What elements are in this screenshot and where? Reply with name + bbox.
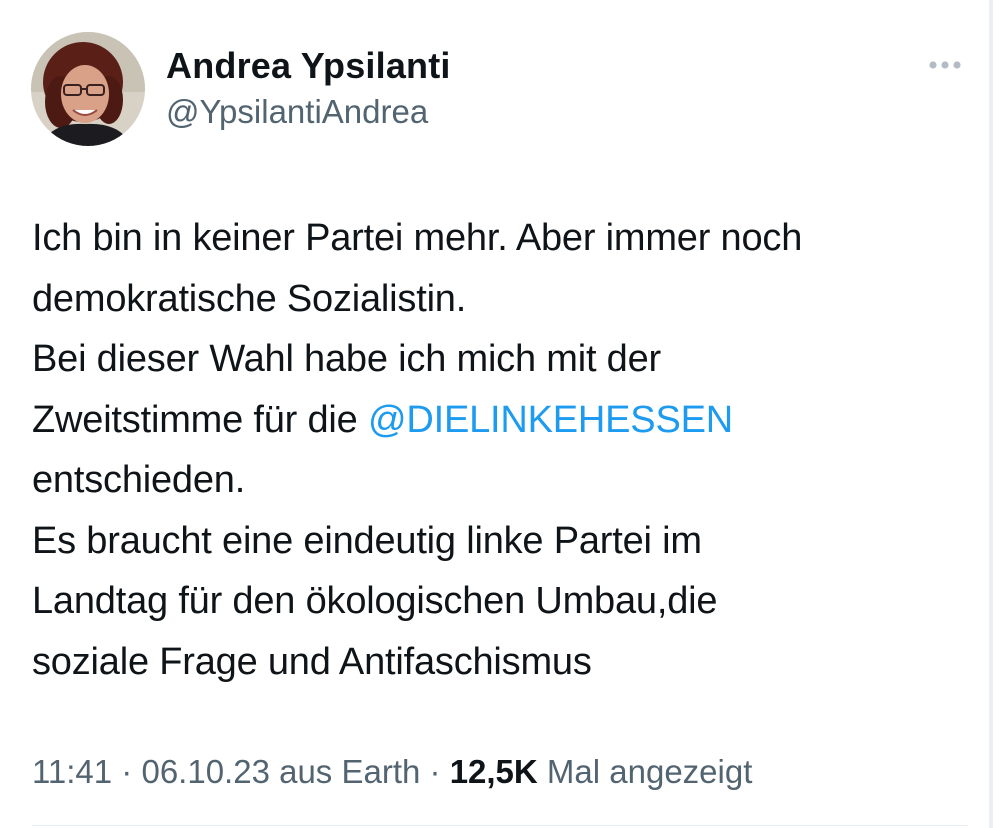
tweet-line: Zweitstimme für die @DIELINKEHESSEN	[32, 390, 982, 451]
more-horizontal-icon	[929, 61, 961, 69]
more-options-button[interactable]	[922, 50, 968, 80]
tweet-line: soziale Frage und Antifaschismus	[32, 640, 592, 683]
tweet-line: demokratische Sozialistin.	[32, 277, 467, 320]
tweet-location: aus Earth	[269, 753, 421, 790]
view-count-label: Mal angezeigt	[537, 753, 753, 790]
mention-link[interactable]: @DIELINKEHESSEN	[368, 399, 733, 441]
tweet-time[interactable]: 11:41	[32, 753, 112, 790]
tweet-card: Andrea Ypsilanti @YpsilantiAndrea Ich bi…	[0, 0, 1000, 828]
divider	[32, 825, 968, 826]
tweet-line: entschieden.	[32, 459, 246, 501]
tweet-line: Es braucht eine eindeutig linke Partei i…	[32, 519, 702, 562]
tweet-text: Ich bin in keiner Partei mehr. Aber imme…	[32, 208, 982, 692]
meta-separator: ·	[112, 753, 142, 790]
profile-photo-icon	[31, 32, 145, 146]
tweet-line-prefix: Zweitstimme für die	[32, 398, 368, 441]
tweet-date[interactable]: 06.10.23	[141, 753, 269, 790]
author-display-name[interactable]: Andrea Ypsilanti	[166, 43, 451, 89]
scrollbar[interactable]	[989, 0, 993, 828]
author-handle[interactable]: @YpsilantiAndrea	[166, 91, 428, 133]
tweet-line: Bei dieser Wahl habe ich mich mit der	[32, 338, 662, 380]
meta-separator: ·	[420, 753, 450, 790]
tweet-line: Ich bin in keiner Partei mehr. Aber imme…	[32, 217, 803, 259]
tweet-line: Landtag für den ökologischen Umbau,die	[32, 580, 718, 622]
author-avatar[interactable]	[31, 32, 145, 146]
view-count[interactable]: 12,5K	[450, 753, 538, 790]
tweet-metadata: 11:41 · 06.10.23 aus Earth · 12,5K Mal a…	[32, 750, 752, 794]
